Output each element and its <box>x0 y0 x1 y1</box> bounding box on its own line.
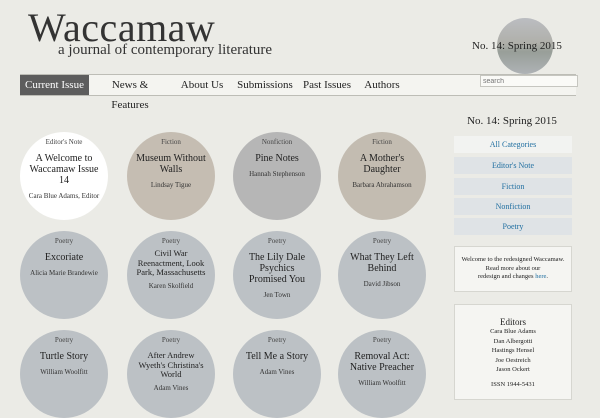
entry-title[interactable]: Excoriate <box>28 252 100 263</box>
entry-author: Jen Town <box>263 291 291 299</box>
welcome-text: Welcome to the redesigned Waccamaw. <box>461 256 565 263</box>
entry-title[interactable]: Civil War Reenactment, Look Park, Massac… <box>135 248 207 278</box>
entry-author: Karen Skolfield <box>148 281 194 290</box>
entry-author: Adam Vines <box>259 368 295 376</box>
welcome-text: redesign and changes here. <box>455 273 571 282</box>
entry-circle[interactable]: Poetry Tell Me a Story Adam Vines <box>233 330 321 418</box>
entry-author: Barbara Abrahamson <box>352 181 412 189</box>
entry-author: Lindsay Tigue <box>150 181 192 189</box>
welcome-box: Welcome to the redesigned Waccamaw. Read… <box>454 246 572 292</box>
entry-circle[interactable]: Poetry The Lily Dale Psychics Promised Y… <box>233 231 321 319</box>
entry-circle[interactable]: Fiction Museum Without Walls Lindsay Tig… <box>127 132 215 220</box>
nav-current-issue[interactable]: Current Issue <box>20 75 89 95</box>
editor-name: Dan Albergotti <box>493 337 533 345</box>
entry-category: Fiction <box>161 138 181 146</box>
entry-author: Cara Blue Adams, Editor <box>28 192 100 200</box>
entry-category: Nonfiction <box>261 138 293 146</box>
category-fiction[interactable]: Fiction <box>454 178 572 195</box>
editor-name: Jason Ockert <box>496 366 530 373</box>
entry-title[interactable]: A Mother's Daughter <box>346 153 418 175</box>
nav-news-features[interactable]: News & Features <box>92 75 168 111</box>
entry-category: Poetry <box>372 237 392 245</box>
entry-circle[interactable]: Nonfiction Pine Notes Hannah Stephenson <box>233 132 321 220</box>
entry-category: Poetry <box>267 336 287 344</box>
category-poetry[interactable]: Poetry <box>454 218 572 235</box>
entry-title[interactable]: Museum Without Walls <box>135 153 207 175</box>
entry-circle[interactable]: Poetry After Andrew Wyeth's Christina's … <box>127 330 215 418</box>
entry-category: Poetry <box>54 237 74 245</box>
entry-circle[interactable]: Editor's Note A Welcome to Waccamaw Issu… <box>20 132 108 220</box>
editor-name: Cara Blue Adams <box>490 328 536 335</box>
welcome-link[interactable]: here <box>535 273 546 280</box>
entry-category: Poetry <box>54 336 74 344</box>
entry-title[interactable]: After Andrew Wyeth's Christina's World <box>135 350 207 380</box>
welcome-text-lead: redesign and changes <box>477 273 536 280</box>
search-input[interactable] <box>480 75 578 87</box>
welcome-text: Read more about our <box>485 264 541 272</box>
entry-title[interactable]: What They Left Behind <box>346 252 418 274</box>
entry-category: Poetry <box>161 237 181 245</box>
nav-submissions[interactable]: Submissions <box>234 75 296 95</box>
nav-about-us[interactable]: About Us <box>176 75 228 95</box>
issn-number: ISSN 1944-5431 <box>491 380 535 388</box>
nav-past-issues[interactable]: Past Issues <box>302 75 352 95</box>
entry-title[interactable]: Tell Me a Story <box>241 351 313 362</box>
editors-box: Editors Cara Blue Adams Dan Albergotti H… <box>454 304 572 400</box>
entry-title[interactable]: The Lily Dale Psychics Promised You <box>241 252 313 285</box>
entry-author: Alicia Marie Brandewie <box>30 269 98 277</box>
entry-author: William Woolfitt <box>358 379 406 387</box>
editor-name: Hastings Hensel <box>491 347 535 354</box>
category-all[interactable]: All Categories <box>454 136 572 153</box>
entry-category: Fiction <box>372 138 392 146</box>
entry-title[interactable]: Turtle Story <box>28 351 100 362</box>
entry-author: Adam Vines <box>153 383 189 392</box>
entry-category: Poetry <box>267 237 287 245</box>
editor-name: Joe Oestreich <box>495 356 531 364</box>
entry-circle[interactable]: Poetry Removal Act: Native Preacher Will… <box>338 330 426 418</box>
sidebar-issue-heading: No. 14: Spring 2015 <box>467 115 557 127</box>
issue-label[interactable]: No. 14: Spring 2015 <box>472 40 562 52</box>
entry-title[interactable]: Pine Notes <box>241 153 313 164</box>
entry-author: David Jibson <box>363 280 401 288</box>
category-nonfiction[interactable]: Nonfiction <box>454 198 572 215</box>
entry-category: Poetry <box>161 336 181 344</box>
category-editors-note[interactable]: Editor's Note <box>454 157 572 174</box>
entry-title[interactable]: Removal Act: Native Preacher <box>346 351 418 373</box>
entry-title[interactable]: A Welcome to Waccamaw Issue 14 <box>28 153 100 186</box>
editors-heading: Editors <box>500 317 526 327</box>
entry-author: Hannah Stephenson <box>249 170 305 178</box>
entry-circle[interactable]: Poetry Excoriate Alicia Marie Brandewie <box>20 231 108 319</box>
entry-circle[interactable]: Poetry What They Left Behind David Jibso… <box>338 231 426 319</box>
entry-circle[interactable]: Poetry Civil War Reenactment, Look Park,… <box>127 231 215 319</box>
entry-circle[interactable]: Fiction A Mother's Daughter Barbara Abra… <box>338 132 426 220</box>
entry-category: Editor's Note <box>45 138 83 146</box>
entry-author: William Woolfitt <box>40 368 88 376</box>
entry-category: Poetry <box>372 336 392 344</box>
site-tagline: a journal of contemporary literature <box>58 42 273 58</box>
nav-authors[interactable]: Authors <box>360 75 404 95</box>
entry-circle[interactable]: Poetry Turtle Story William Woolfitt <box>20 330 108 418</box>
welcome-text-end: . <box>546 273 549 280</box>
